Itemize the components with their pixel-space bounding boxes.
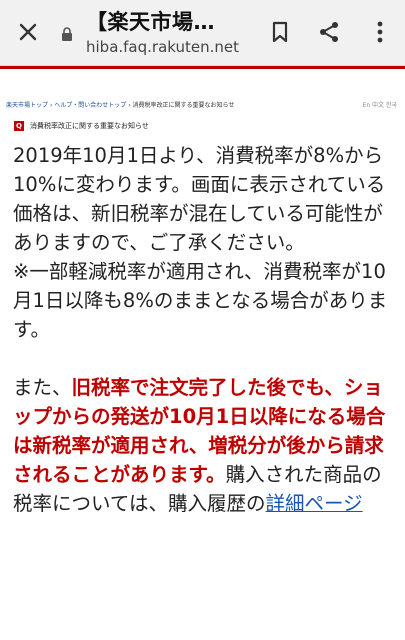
page-title: 【楽天市場… <box>86 10 215 34</box>
share-icon[interactable] <box>311 14 347 50</box>
text-prefix: また、 <box>13 376 72 399</box>
notice-heading: Q 消費税率改正に関する重要なお知らせ <box>14 121 149 131</box>
bookmark-icon[interactable] <box>262 14 298 50</box>
breadcrumb-item-current: 消費税率改正に関する重要なお知らせ <box>132 102 235 109</box>
details-page-link[interactable]: 詳細ページ <box>266 492 363 515</box>
paragraph-tax-change: 2019年10月1日より、消費税率が8%から10%に変わります。画面に表示されて… <box>13 144 386 254</box>
breadcrumb-item-help[interactable]: ヘルプ・問い合わせトップ <box>54 102 126 109</box>
language-switcher[interactable]: En 中文 한국 <box>363 100 397 109</box>
lock-icon <box>60 26 74 41</box>
paragraph-reduced-rate: ※一部軽減税率が適用され、消費税率が10月1日以降も8%のままとなる場合がありま… <box>13 260 388 341</box>
paragraph-old-rate-notice: また、旧税率で注文完了した後でも、ショップからの発送が10月1日以降になる場合は… <box>13 373 398 518</box>
more-vert-icon[interactable] <box>362 14 398 50</box>
accent-bar <box>0 66 405 69</box>
browser-toolbar: 【楽天市場… hiba.faq.rakuten.net <box>0 0 405 66</box>
notice-title-text: 消費税率改正に関する重要なお知らせ <box>30 122 149 130</box>
article-body: 2019年10月1日より、消費税率が8%から10%に変わります。画面に表示されて… <box>13 141 398 518</box>
q-badge: Q <box>14 121 24 131</box>
close-icon[interactable] <box>8 12 48 52</box>
url-text[interactable]: hiba.faq.rakuten.net <box>86 38 256 56</box>
breadcrumb: 楽天市場トップ › ヘルプ・問い合わせトップ › 消費税率改正に関する重要なお知… <box>6 100 234 109</box>
breadcrumb-item-top[interactable]: 楽天市場トップ <box>6 102 48 109</box>
